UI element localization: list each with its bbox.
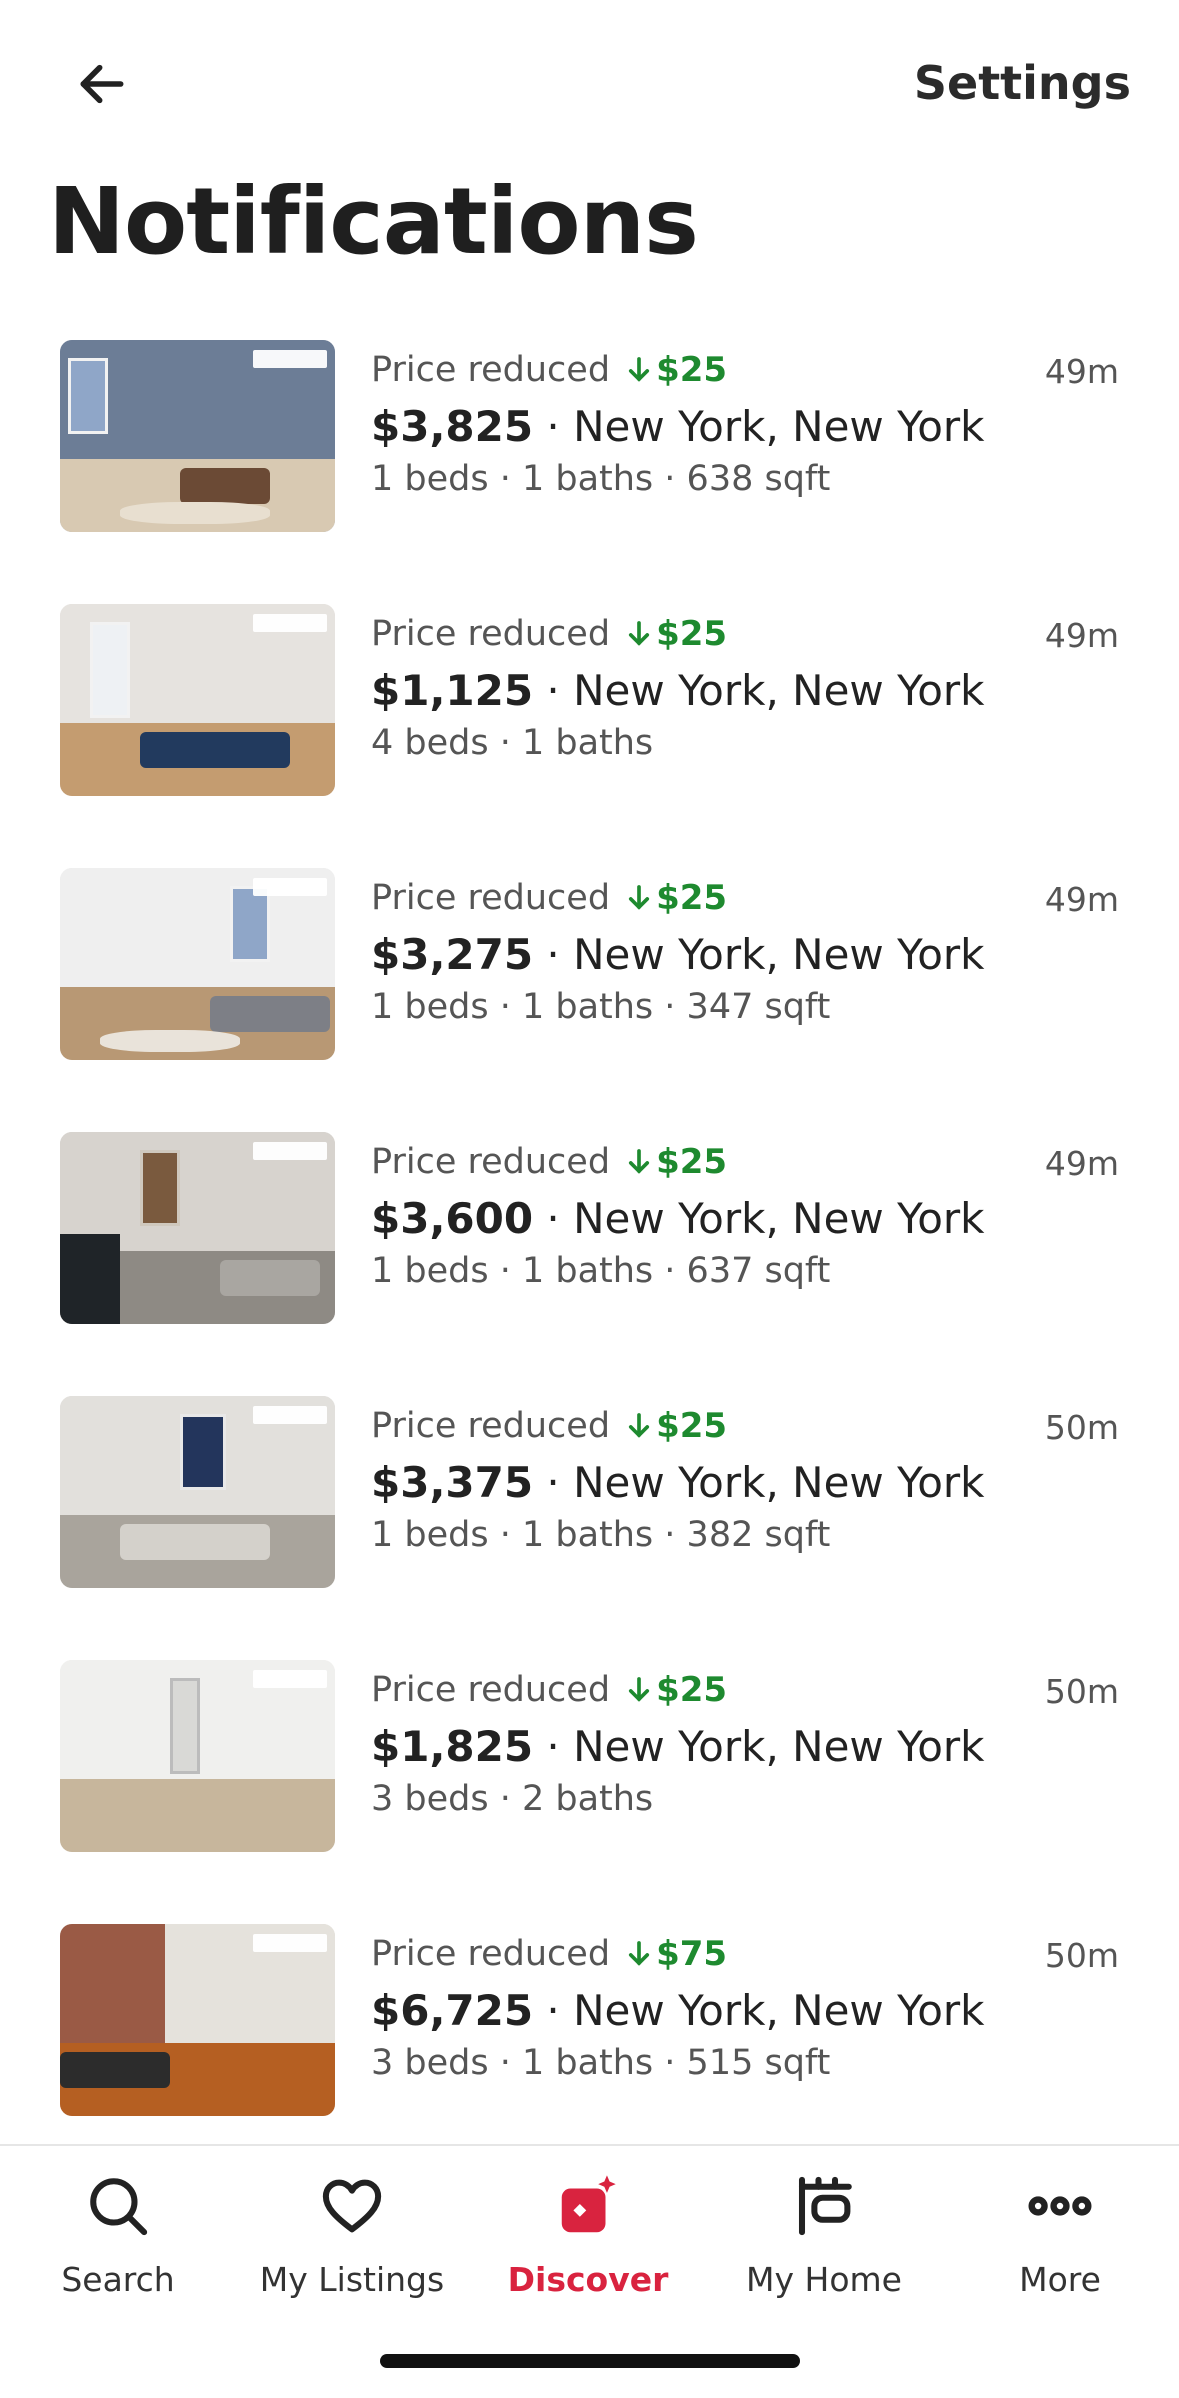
arrow-down-icon (628, 621, 650, 646)
settings-link[interactable]: Settings (914, 56, 1131, 110)
tab-label: Discover (507, 2260, 669, 2299)
page-title: Notifications (48, 168, 699, 275)
tab-more[interactable]: More (960, 2168, 1160, 2299)
arrow-down-icon (628, 885, 650, 910)
notification-item[interactable]: Price reduced $25 $1,825 · New York, New… (0, 1660, 1179, 1924)
notification-time: 50m (1044, 1408, 1119, 1447)
listing-price: $3,275 (371, 930, 534, 979)
listing-price: $3,825 (371, 402, 534, 451)
listing-price: $1,825 (371, 1722, 534, 1771)
price-drop-amount: $75 (656, 1934, 728, 1974)
listing-details: 3 beds · 1 baths · 515 sqft (371, 2043, 831, 2083)
tab-my-home[interactable]: My Home (724, 2168, 924, 2299)
notification-item[interactable]: Price reduced $25 $3,275 · New York, New… (0, 868, 1179, 1132)
listing-price: $3,600 (371, 1194, 534, 1243)
price-drop-amount: $25 (656, 1670, 728, 1710)
price-drop-amount: $25 (656, 350, 728, 390)
listing-thumbnail (60, 1132, 335, 1324)
listing-location: New York, New York (573, 402, 985, 451)
arrow-down-icon (628, 1941, 650, 1966)
tab-label: My Listings (259, 2260, 445, 2299)
notification-item[interactable]: Price reduced $25 $1,125 · New York, New… (0, 604, 1179, 868)
listing-price: $3,375 (371, 1458, 534, 1507)
listing-location: New York, New York (573, 930, 985, 979)
heart-icon (322, 2179, 382, 2233)
arrow-down-icon (628, 357, 650, 382)
notification-type: Price reduced (371, 350, 611, 390)
more-dots-icon (1028, 2196, 1092, 2216)
search-icon (90, 2178, 148, 2236)
arrow-down-icon (628, 1149, 650, 1174)
arrow-down-icon (628, 1413, 650, 1438)
listing-location: New York, New York (573, 1722, 985, 1771)
tab-my-listings[interactable]: My Listings (252, 2168, 452, 2299)
notification-time: 49m (1044, 880, 1119, 919)
price-drop: $25 (628, 1406, 727, 1446)
price-drop-amount: $25 (656, 1142, 728, 1182)
notification-time: 50m (1044, 1936, 1119, 1975)
listing-details: 1 beds · 1 baths · 382 sqft (371, 1515, 831, 1555)
price-drop: $75 (628, 1934, 727, 1974)
back-button[interactable] (70, 52, 134, 116)
listing-details: 1 beds · 1 baths · 347 sqft (371, 987, 831, 1027)
price-drop: $25 (628, 350, 727, 390)
listing-price: $6,725 (371, 1986, 534, 2035)
notification-type: Price reduced (371, 878, 611, 918)
listing-location: New York, New York (573, 1458, 985, 1507)
notification-type: Price reduced (371, 1142, 611, 1182)
price-drop: $25 (628, 878, 727, 918)
listing-price: $1,125 (371, 666, 534, 715)
listing-thumbnail (60, 340, 335, 532)
home-sign-icon (798, 2176, 852, 2236)
notification-time: 49m (1044, 352, 1119, 391)
price-drop-amount: $25 (656, 878, 728, 918)
listing-location: New York, New York (573, 1986, 985, 2035)
price-drop-amount: $25 (656, 1406, 728, 1446)
tab-label: My Home (746, 2260, 902, 2299)
tab-label: Search (61, 2260, 175, 2299)
notification-time: 49m (1044, 616, 1119, 655)
listing-thumbnail (60, 1396, 335, 1588)
tab-label: More (1019, 2260, 1101, 2299)
notification-type: Price reduced (371, 1670, 611, 1710)
notification-type: Price reduced (371, 614, 611, 654)
notification-type: Price reduced (371, 1406, 611, 1446)
notification-time: 49m (1044, 1144, 1119, 1183)
price-drop: $25 (628, 1142, 727, 1182)
discover-icon (561, 2175, 616, 2233)
notification-item[interactable]: Price reduced $25 $3,825 · New York, New… (0, 340, 1179, 604)
notification-list: Price reduced $25 $3,825 · New York, New… (0, 340, 1179, 2188)
notification-type: Price reduced (371, 1934, 611, 1974)
tab-discover[interactable]: Discover (488, 2168, 688, 2299)
arrow-down-icon (628, 1677, 650, 1702)
price-drop: $25 (628, 1670, 727, 1710)
listing-thumbnail (60, 868, 335, 1060)
listing-details: 4 beds · 1 baths (371, 723, 654, 763)
listing-location: New York, New York (573, 1194, 985, 1243)
listing-thumbnail (60, 1660, 335, 1852)
listing-thumbnail (60, 1924, 335, 2116)
price-drop: $25 (628, 614, 727, 654)
notification-time: 50m (1044, 1672, 1119, 1711)
price-drop-amount: $25 (656, 614, 728, 654)
listing-thumbnail (60, 604, 335, 796)
listing-details: 3 beds · 2 baths (371, 1779, 654, 1819)
listing-details: 1 beds · 1 baths · 638 sqft (371, 459, 831, 499)
listing-location: New York, New York (573, 666, 985, 715)
arrow-left-icon (80, 64, 124, 104)
top-bar: Settings (0, 0, 1179, 170)
home-indicator (380, 2354, 800, 2368)
notification-item[interactable]: Price reduced $25 $3,375 · New York, New… (0, 1396, 1179, 1660)
notification-item[interactable]: Price reduced $25 $3,600 · New York, New… (0, 1132, 1179, 1396)
listing-details: 1 beds · 1 baths · 637 sqft (371, 1251, 831, 1291)
tab-search[interactable]: Search (18, 2168, 218, 2299)
